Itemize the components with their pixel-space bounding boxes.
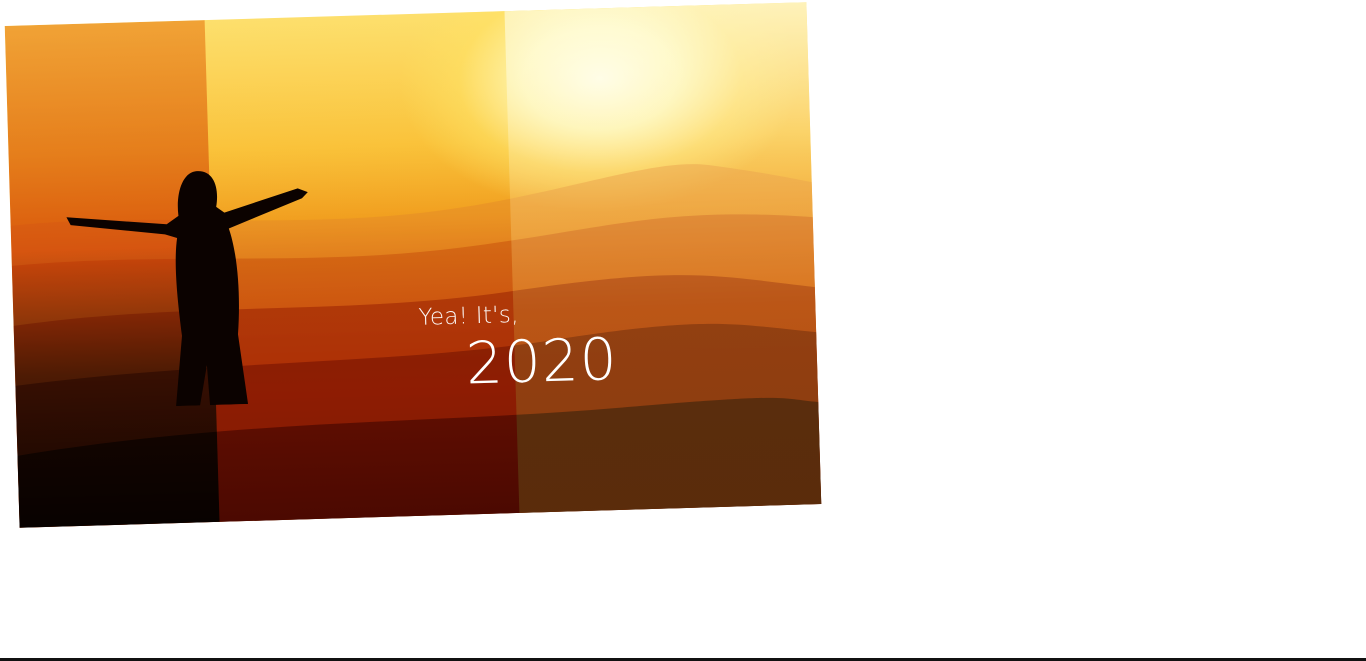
greeting-line: Yea! It's,: [418, 301, 520, 331]
year-text: 2020: [464, 324, 619, 398]
sunset-hero-image: Yea! It's, 2020: [4, 2, 822, 528]
right-overlay-panel: [504, 2, 822, 513]
page-stage: Yea! It's, 2020: [0, 0, 1366, 661]
greeting-text: Yea! It's, 2020: [418, 298, 619, 398]
person-silhouette-icon: [66, 171, 308, 407]
